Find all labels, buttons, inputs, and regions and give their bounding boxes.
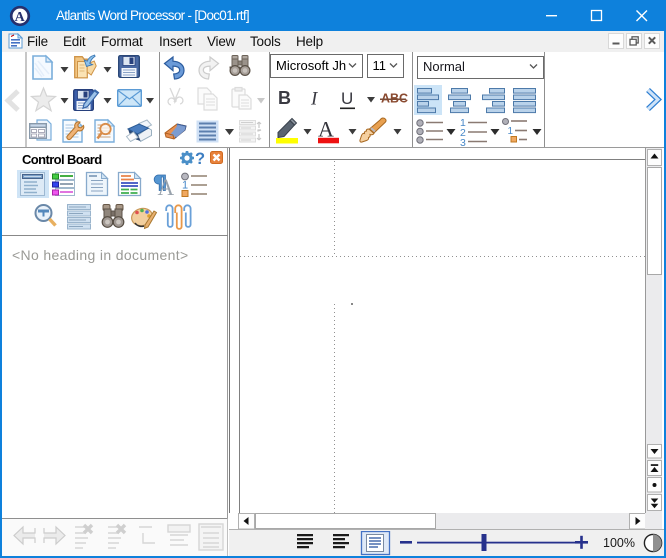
svg-text:1: 1 (182, 180, 188, 192)
svg-text:A: A (318, 117, 334, 142)
svg-text:3: 3 (460, 137, 466, 147)
svg-text:U: U (341, 89, 353, 108)
svg-text:100%: 100% (603, 536, 635, 550)
svg-text:A: A (158, 175, 175, 200)
svg-text:1: 1 (508, 126, 514, 137)
svg-text:B: B (278, 88, 291, 108)
svg-text:?: ? (195, 150, 205, 168)
svg-text:A: A (15, 10, 26, 25)
svg-text:I: I (310, 89, 319, 110)
